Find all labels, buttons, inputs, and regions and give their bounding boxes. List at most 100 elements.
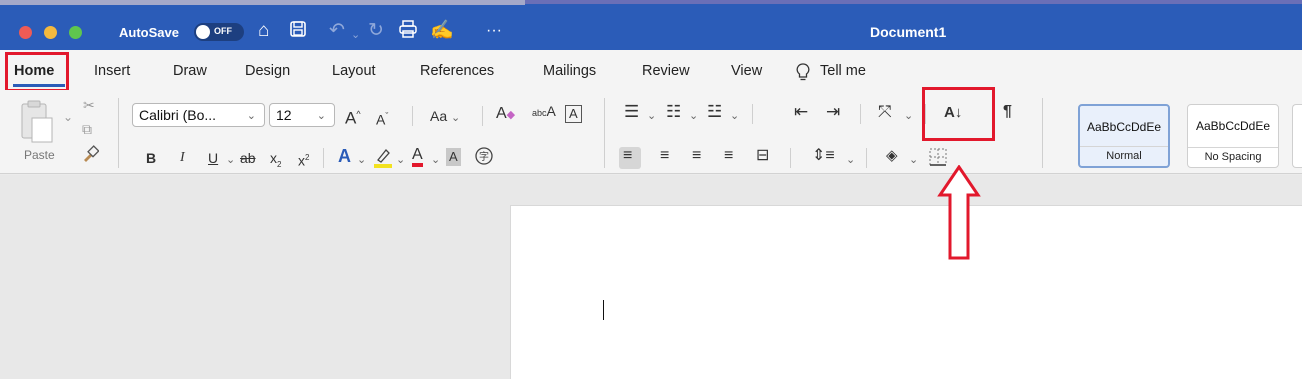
style-sample: AaBbCcDdEe — [1195, 119, 1271, 133]
shrink-font-label: A — [376, 111, 386, 128]
separator — [604, 98, 605, 168]
text-effects-button[interactable]: A — [338, 147, 351, 165]
format-painter-icon[interactable] — [81, 145, 100, 167]
font-size-value: 12 — [276, 107, 292, 123]
style-next-partial[interactable] — [1292, 104, 1302, 168]
home-tab-highlight-box — [5, 52, 69, 92]
tab-review[interactable]: Review — [642, 63, 690, 79]
autosave-state: OFF — [214, 26, 232, 36]
line-spacing-dropdown-icon[interactable]: ⌄ — [846, 151, 855, 169]
multilevel-list-icon[interactable]: ☳ — [707, 103, 722, 121]
tab-mailings[interactable]: Mailings — [543, 63, 596, 79]
document-page[interactable] — [510, 205, 1302, 379]
italic-button[interactable]: I — [180, 149, 185, 167]
style-normal[interactable]: AaBbCcDdEe Normal — [1078, 104, 1170, 168]
shading-icon[interactable]: ◈ — [886, 147, 898, 165]
pen-icon[interactable]: ✍ — [430, 20, 454, 42]
word-window: AutoSave OFF ⌂ ↶ ⌄ ↻ ✍ ··· Document1 Hom… — [0, 0, 1302, 379]
phonetic-guide-icon[interactable]: abcA — [532, 102, 556, 122]
paste-label: Paste — [24, 148, 55, 162]
distributed-icon[interactable]: ⊟ — [756, 147, 769, 165]
cut-icon[interactable]: ✂ — [83, 96, 95, 114]
text-direction-dropdown-icon[interactable]: ⌄ — [904, 107, 913, 125]
tab-references[interactable]: References — [420, 63, 494, 79]
highlight-icon[interactable] — [373, 147, 393, 173]
increase-indent-icon[interactable]: ⇥ — [826, 103, 840, 121]
text-direction-icon[interactable]: ⤧ — [878, 103, 892, 121]
document-title: Document1 — [870, 24, 947, 40]
numbering-icon[interactable]: ☷ — [666, 103, 681, 121]
bold-button[interactable]: B — [146, 149, 156, 167]
separator — [323, 148, 324, 168]
strikethrough-button[interactable]: ab — [240, 149, 256, 167]
chevron-down-icon: ⌄ — [316, 110, 326, 122]
document-area[interactable] — [0, 175, 1302, 379]
superscript-button[interactable]: x2 — [298, 149, 309, 170]
subscript-label: x — [270, 150, 277, 166]
tab-view[interactable]: View — [731, 63, 762, 79]
undo-icon[interactable]: ↶ — [329, 20, 345, 42]
separator — [860, 104, 861, 124]
align-left-icon[interactable]: ≡ — [623, 147, 632, 165]
change-case-label: Aa — [430, 108, 448, 124]
minimize-window-button[interactable] — [44, 26, 57, 39]
shrink-font-button[interactable]: Aˇ — [376, 107, 388, 129]
save-icon[interactable] — [289, 20, 307, 44]
grow-font-button[interactable]: A^ — [345, 105, 361, 128]
print-icon[interactable] — [398, 20, 418, 44]
ribbon-tabs: Home Insert Draw Design Layout Reference… — [0, 50, 1302, 90]
more-options-icon[interactable]: ··· — [486, 20, 502, 42]
font-size-dropdown[interactable]: 12 ⌄ — [269, 103, 335, 127]
enclose-characters-icon[interactable]: 字 — [474, 146, 494, 170]
separator — [118, 98, 119, 168]
font-color-dropdown-icon[interactable]: ⌄ — [431, 151, 440, 169]
text-effects-dropdown-icon[interactable]: ⌄ — [357, 151, 366, 169]
shading-dropdown-icon[interactable]: ⌄ — [909, 151, 918, 169]
chevron-down-icon: ⌄ — [246, 110, 256, 122]
change-case-button[interactable]: Aa ⌄ — [430, 107, 460, 127]
paste-dropdown-icon[interactable]: ⌄ — [63, 108, 73, 126]
redo-icon[interactable]: ↻ — [368, 20, 384, 42]
align-right-icon[interactable]: ≡ — [692, 147, 701, 165]
numbering-dropdown-icon[interactable]: ⌄ — [689, 107, 698, 125]
tab-draw[interactable]: Draw — [173, 63, 207, 79]
separator — [790, 148, 791, 168]
separator — [482, 106, 483, 126]
home-ribbon: ⌄ Paste ✂ ⧉ Calibri (Bo... ⌄ 12 ⌄ A^ Aˇ … — [0, 90, 1302, 174]
highlight-dropdown-icon[interactable]: ⌄ — [396, 151, 405, 169]
grow-font-label: A — [345, 108, 357, 128]
underline-dropdown-icon[interactable]: ⌄ — [226, 151, 235, 169]
subscript-button[interactable]: x2 — [270, 149, 281, 174]
style-no-spacing[interactable]: AaBbCcDdEe No Spacing — [1187, 104, 1279, 168]
tab-insert[interactable]: Insert — [94, 63, 130, 79]
paste-icon[interactable] — [18, 98, 58, 148]
clear-formatting-icon[interactable]: A◆ — [496, 105, 515, 124]
bullets-dropdown-icon[interactable]: ⌄ — [647, 107, 656, 125]
up-arrow-annotation — [937, 165, 981, 260]
autosave-toggle[interactable]: OFF — [194, 23, 244, 41]
underline-button[interactable]: U — [208, 149, 218, 167]
undo-dropdown-icon[interactable]: ⌄ — [351, 24, 360, 46]
copy-icon[interactable]: ⧉ — [82, 120, 92, 138]
line-spacing-icon[interactable]: ⇕≡ — [812, 147, 835, 165]
tab-design[interactable]: Design — [245, 63, 290, 79]
show-formatting-marks-button[interactable]: ¶ — [1003, 103, 1012, 121]
tab-layout[interactable]: Layout — [332, 63, 376, 79]
enclosed-character-icon[interactable]: A — [565, 105, 582, 123]
font-color-button[interactable]: A — [412, 147, 423, 167]
close-window-button[interactable] — [19, 26, 32, 39]
title-bar: AutoSave OFF ⌂ ↶ ⌄ ↻ ✍ ··· Document1 — [0, 0, 1302, 50]
tab-tell-me[interactable]: Tell me — [820, 63, 866, 79]
align-center-icon[interactable]: ≡ — [660, 147, 669, 165]
text-cursor — [603, 300, 604, 320]
zoom-window-button[interactable] — [69, 26, 82, 39]
multilevel-dropdown-icon[interactable]: ⌄ — [730, 107, 739, 125]
bullets-icon[interactable]: ☰ — [624, 103, 639, 121]
character-shading-button[interactable]: A — [446, 148, 461, 166]
justify-icon[interactable]: ≡ — [724, 147, 733, 165]
decrease-indent-icon[interactable]: ⇤ — [794, 103, 808, 121]
lightbulb-icon — [796, 63, 810, 85]
style-name: Normal — [1080, 146, 1168, 166]
font-name-dropdown[interactable]: Calibri (Bo... ⌄ — [132, 103, 265, 127]
home-icon[interactable]: ⌂ — [258, 20, 269, 42]
